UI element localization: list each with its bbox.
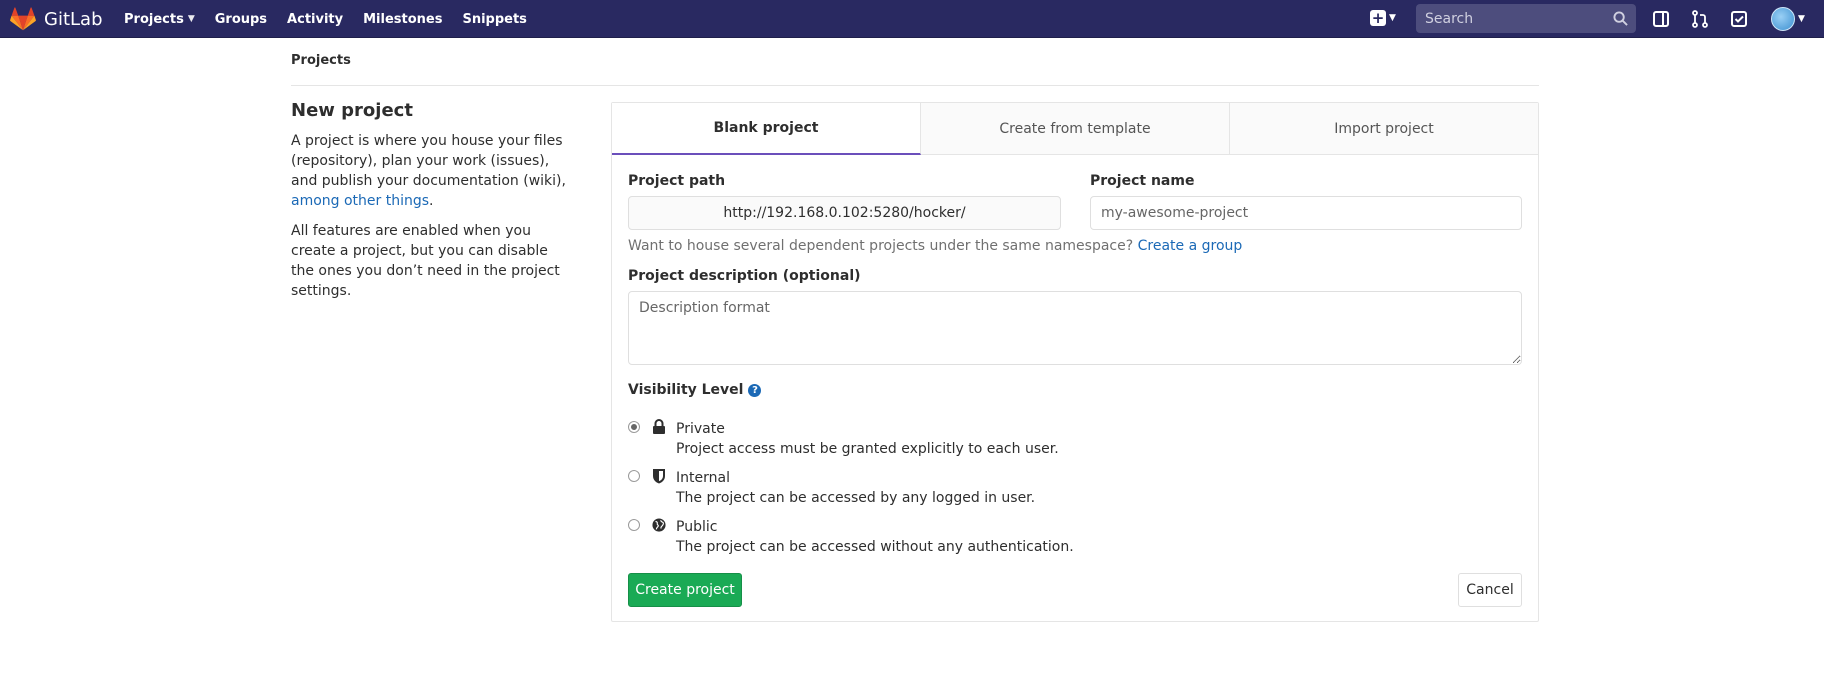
radio-public[interactable] (628, 519, 640, 531)
top-navbar: GitLab Projects ▼ Groups Activity Milest… (0, 0, 1824, 38)
lock-icon (653, 419, 665, 434)
intro-paragraph: A project is where you house your files … (291, 131, 571, 211)
nav-milestones[interactable]: Milestones (363, 12, 442, 27)
search-input[interactable] (1416, 4, 1636, 33)
sidebar-toggle-icon[interactable] (1651, 9, 1671, 29)
project-tabs: Blank project Create from template Impor… (612, 103, 1538, 155)
tab-blank-project[interactable]: Blank project (612, 103, 921, 155)
user-menu[interactable]: ▼ (1771, 7, 1805, 31)
among-other-things-link[interactable]: among other things (291, 193, 429, 209)
project-name-input[interactable] (1090, 196, 1522, 230)
intro-column: New project A project is where you house… (291, 100, 571, 311)
radio-internal[interactable] (628, 470, 640, 482)
gitlab-logo-icon (10, 7, 36, 31)
breadcrumb-divider (291, 85, 1539, 86)
project-path-field: http://192.168.0.102:5280/hocker/ (628, 196, 1061, 230)
visibility-level-text: Visibility Level (628, 382, 744, 398)
nav-projects[interactable]: Projects ▼ (124, 12, 195, 27)
nav-snippets[interactable]: Snippets (462, 12, 526, 27)
nav-projects-label: Projects (124, 11, 184, 27)
avatar (1771, 7, 1795, 31)
merge-request-icon[interactable] (1690, 9, 1710, 29)
shield-icon (653, 469, 665, 484)
search-icon (1613, 11, 1628, 26)
project-path-label: Project path (628, 173, 726, 189)
cancel-button[interactable]: Cancel (1458, 573, 1522, 607)
project-name-label: Project name (1090, 173, 1195, 189)
search-box (1416, 4, 1636, 33)
visibility-internal-title: Internal (676, 470, 730, 486)
visibility-level-label: Visibility Level ? (628, 382, 762, 398)
globe-icon (652, 518, 666, 532)
nav-groups[interactable]: Groups (215, 12, 267, 27)
namespace-help-text: Want to house several dependent projects… (628, 238, 1138, 254)
chevron-down-icon: ▼ (187, 14, 195, 24)
tab-create-from-template[interactable]: Create from template (921, 103, 1230, 154)
create-group-link[interactable]: Create a group (1138, 238, 1243, 254)
description-textarea[interactable] (628, 291, 1522, 365)
visibility-private-desc: Project access must be granted explicitl… (676, 441, 1059, 457)
brand-name: GitLab (44, 8, 103, 30)
namespace-help: Want to house several dependent projects… (628, 238, 1242, 254)
gitlab-home-link[interactable]: GitLab (10, 0, 103, 38)
new-item-dropdown[interactable]: + ▼ (1370, 10, 1396, 26)
description-label: Project description (optional) (628, 268, 861, 284)
intro-period: . (429, 193, 434, 209)
todo-check-icon[interactable] (1729, 9, 1749, 29)
page-title: New project (291, 100, 413, 121)
tab-import-project[interactable]: Import project (1230, 103, 1538, 154)
main-nav: Projects ▼ Groups Activity Milestones Sn… (124, 0, 547, 38)
chevron-down-icon: ▼ (1389, 13, 1396, 23)
features-paragraph: All features are enabled when you create… (291, 223, 560, 299)
plus-square-icon: + (1370, 9, 1386, 27)
breadcrumb[interactable]: Projects (291, 53, 351, 68)
visibility-internal-desc: The project can be accessed by any logge… (676, 490, 1036, 506)
visibility-private-title: Private (676, 421, 725, 437)
chevron-down-icon: ▼ (1798, 14, 1805, 24)
radio-private[interactable] (628, 421, 640, 433)
visibility-public-desc: The project can be accessed without any … (676, 539, 1074, 555)
visibility-public-title: Public (676, 519, 718, 535)
intro-text: A project is where you house your files … (291, 133, 566, 189)
nav-activity[interactable]: Activity (287, 12, 343, 27)
create-project-button[interactable]: Create project (628, 573, 742, 607)
new-project-panel: Blank project Create from template Impor… (611, 102, 1539, 622)
question-circle-icon[interactable]: ? (748, 383, 762, 397)
